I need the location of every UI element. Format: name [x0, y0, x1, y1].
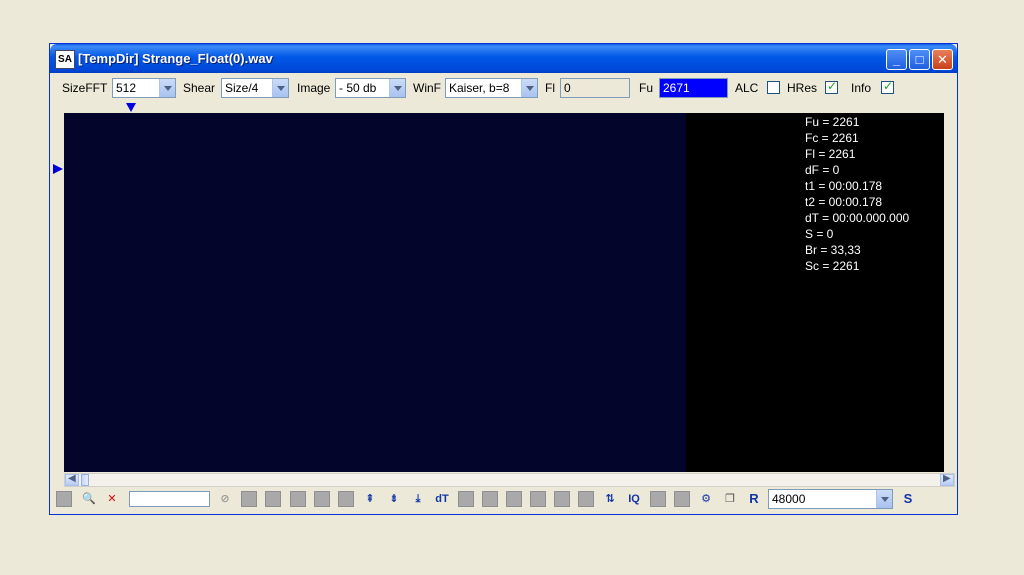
chevron-down-icon[interactable]	[389, 79, 405, 97]
bottom-toolbar: 🔍 ✕ ⊘ ⇞ ⇟ ⤓ dT ⇅ IQ ⚙ ❐ R 48000 S	[50, 487, 957, 513]
hres-label: HRes	[787, 81, 818, 95]
window-title: [TempDir] Strange_Float(0).wav	[78, 51, 273, 66]
tool-icon-12[interactable]	[650, 491, 666, 507]
info-checkbox[interactable]: ✓	[881, 79, 894, 94]
r-button[interactable]: R	[746, 491, 762, 507]
sample-rate-value: 48000	[772, 492, 806, 506]
check-icon: ✓	[827, 79, 838, 93]
shear-value: Size/4	[225, 81, 259, 95]
fl-label: Fl	[545, 81, 555, 95]
info-line: S = 0	[805, 227, 834, 241]
chevron-down-icon[interactable]	[159, 79, 175, 97]
check-icon: ✓	[883, 79, 894, 93]
title-bar[interactable]: SA [TempDir] Strange_Float(0).wav _ □ ✕	[50, 44, 957, 73]
sizefft-label: SizeFFT	[62, 81, 108, 95]
shear-label: Shear	[183, 81, 216, 95]
close-icon: ✕	[937, 52, 948, 67]
info-line: dT = 00:00.000.000	[805, 211, 910, 225]
maximize-button[interactable]: □	[909, 49, 930, 70]
tool-icon-11[interactable]	[578, 491, 594, 507]
tool-icon-1[interactable]	[241, 491, 257, 507]
move-bottom-icon[interactable]: ⤓	[410, 491, 426, 507]
info-line: Br = 33,33	[805, 243, 861, 257]
alc-label: ALC	[735, 81, 759, 95]
sizefft-select[interactable]: 512	[112, 78, 176, 98]
maximize-icon: □	[915, 52, 924, 67]
winf-select[interactable]: Kaiser, b=8	[445, 78, 538, 98]
spectrogram-canvas[interactable]: Fu = 2261 Fc = 2261 Fl = 2261 dF = 0 t1 = 00…	[64, 113, 944, 472]
image-label: Image	[297, 81, 331, 95]
info-panel: Fu = 2261 Fc = 2261 Fl = 2261 dF = 0 t1 = 00…	[805, 114, 909, 274]
iq-button[interactable]: IQ	[626, 491, 642, 507]
horizontal-scrollbar[interactable]: ◀ ▶	[64, 473, 955, 487]
chevron-down-icon[interactable]	[272, 79, 288, 97]
zoom-icon[interactable]: 🔍	[81, 491, 97, 507]
copy-icon[interactable]: ❐	[722, 491, 738, 507]
tool-icon-5[interactable]	[338, 491, 354, 507]
info-line: Fu = 2261	[805, 115, 860, 129]
winf-value: Kaiser, b=8	[449, 81, 510, 95]
fu-label: Fu	[639, 81, 654, 95]
alc-checkbox[interactable]	[767, 81, 780, 94]
shear-select[interactable]: Size/4	[221, 78, 289, 98]
scroll-thumb[interactable]	[81, 474, 89, 486]
tool-icon-9[interactable]	[530, 491, 546, 507]
tool-icon-6[interactable]	[458, 491, 474, 507]
fu-field[interactable]: 2671	[659, 78, 728, 98]
info-line: dF = 0	[805, 163, 840, 177]
scroll-left-button[interactable]: ◀	[65, 473, 79, 486]
sample-rate-select[interactable]: 48000	[768, 489, 893, 509]
fu-value: 2671	[663, 81, 690, 95]
tool-icon-8[interactable]	[506, 491, 522, 507]
tool-icon-2[interactable]	[265, 491, 281, 507]
s-button[interactable]: S	[900, 491, 916, 507]
app-icon[interactable]: SA	[55, 50, 75, 69]
settings-icon[interactable]: ⚙	[698, 491, 714, 507]
tool-icon-10[interactable]	[554, 491, 570, 507]
chevron-left-icon: ◀	[68, 473, 76, 484]
minimize-button[interactable]: _	[886, 49, 907, 70]
open-icon[interactable]	[56, 491, 72, 507]
chevron-down-icon[interactable]	[876, 490, 892, 508]
tool-icon-3[interactable]	[290, 491, 306, 507]
hres-checkbox[interactable]: ✓	[825, 79, 838, 94]
bottom-text-input[interactable]	[129, 491, 210, 507]
dt-button[interactable]: dT	[434, 491, 450, 507]
info-line: t1 = 00:00.178	[805, 179, 883, 193]
move-up-icon[interactable]: ⇞	[362, 491, 378, 507]
info-label: Info	[851, 81, 872, 95]
tool-icon-13[interactable]	[674, 491, 690, 507]
tool-icon-4[interactable]	[314, 491, 330, 507]
fl-field[interactable]: 0	[560, 78, 630, 98]
frequency-marker-top[interactable]	[126, 103, 136, 112]
reset-zoom-icon[interactable]: ✕	[104, 491, 120, 507]
info-line: Sc = 2261	[805, 259, 860, 273]
tool-icon-7[interactable]	[482, 491, 498, 507]
sort-icon[interactable]: ⇅	[602, 491, 618, 507]
move-down-icon[interactable]: ⇟	[386, 491, 402, 507]
scroll-right-button[interactable]: ▶	[940, 473, 954, 486]
close-button[interactable]: ✕	[932, 49, 953, 70]
chevron-down-icon[interactable]	[521, 79, 537, 97]
app-window: SA [TempDir] Strange_Float(0).wav _ □ ✕ …	[49, 43, 958, 515]
time-marker-left[interactable]	[53, 164, 63, 174]
image-select[interactable]: - 50 db	[335, 78, 406, 98]
image-value: - 50 db	[339, 81, 377, 95]
info-line: t2 = 00:00.178	[805, 195, 883, 209]
disabled-icon[interactable]: ⊘	[217, 491, 233, 507]
info-line: Fl = 2261	[805, 147, 856, 161]
minimize-icon: _	[892, 52, 901, 67]
info-line: Fc = 2261	[805, 131, 859, 145]
chevron-right-icon: ▶	[943, 473, 951, 484]
sizefft-value: 512	[116, 81, 137, 95]
fl-value: 0	[564, 81, 571, 95]
winf-label: WinF	[413, 81, 441, 95]
toolbar: SizeFFT 512 Shear Size/4 Image - 50 db W…	[50, 74, 957, 102]
